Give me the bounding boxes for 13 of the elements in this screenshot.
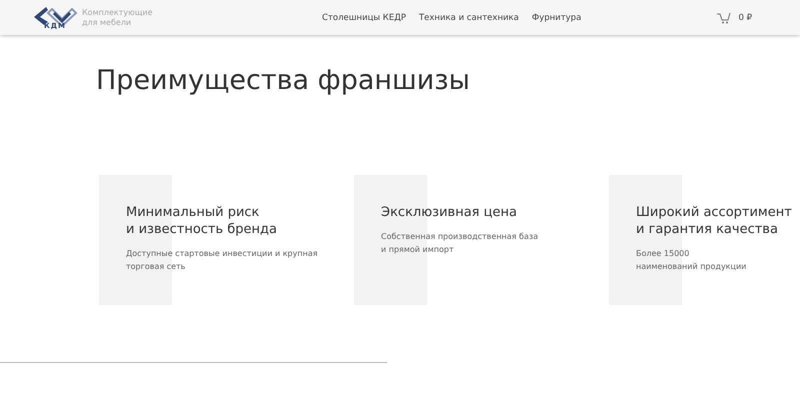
- nav-link[interactable]: Столешницы КЕДР: [322, 12, 406, 22]
- advantage-text: Более 15000 наименований продукции: [636, 248, 748, 273]
- advantage-text: Собственная производственная база и прямой импорт: [381, 231, 540, 256]
- cart-total: 0 ₽: [738, 12, 752, 22]
- nav-link[interactable]: Техника и сантехника: [418, 12, 519, 22]
- nav-link[interactable]: Фурнитура: [532, 12, 582, 22]
- cart-icon[interactable]: [717, 12, 732, 24]
- advantage-title: Эксклюзивная цена: [381, 204, 518, 221]
- page-heading: Преимущества франшизы: [96, 65, 471, 96]
- advantage-text: Доступные стартовые инвестиции и крупная торговая сеть: [126, 248, 319, 273]
- advantage-title: Широкий ассортимент и гарантия качества: [636, 204, 793, 238]
- advantage-title: Минимальный риск и известность бренда: [126, 204, 278, 238]
- logo-tagline: Комплектующие для мебели: [82, 8, 152, 28]
